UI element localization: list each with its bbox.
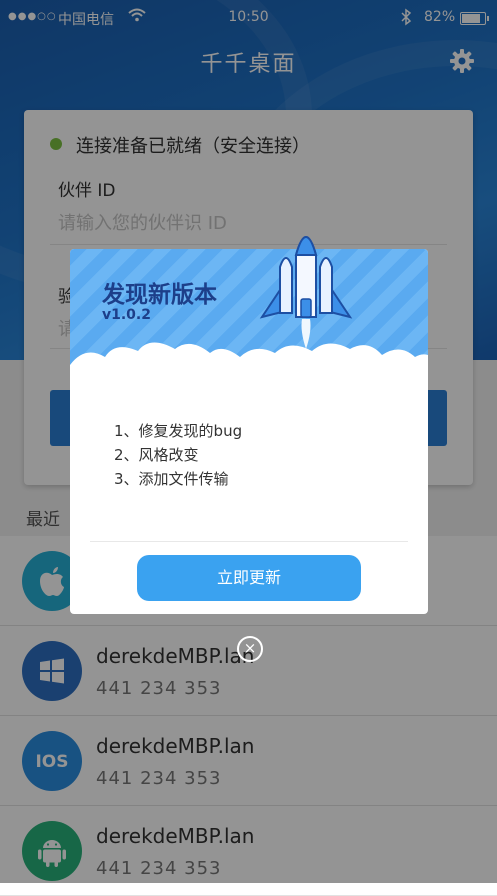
dialog-title: 发现新版本 <box>102 282 217 308</box>
rocket-icon <box>259 236 353 349</box>
update-dialog: 发现新版本 v1.0.2 1、修复发现的bug 2、风格改变 3、添加文件传输 … <box>70 236 428 614</box>
dialog-divider <box>90 541 408 542</box>
close-icon[interactable]: × <box>237 636 263 662</box>
clouds-decoration <box>70 342 428 389</box>
dialog-banner: 发现新版本 v1.0.2 <box>70 249 428 389</box>
release-note-item: 2、风格改变 <box>114 446 199 464</box>
version-label: v1.0.2 <box>102 307 151 323</box>
release-note-item: 1、修复发现的bug <box>114 422 243 440</box>
release-notes: 1、修复发现的bug 2、风格改变 3、添加文件传输 <box>114 419 242 491</box>
update-now-button[interactable]: 立即更新 <box>137 555 361 601</box>
release-note-item: 3、添加文件传输 <box>114 470 229 488</box>
